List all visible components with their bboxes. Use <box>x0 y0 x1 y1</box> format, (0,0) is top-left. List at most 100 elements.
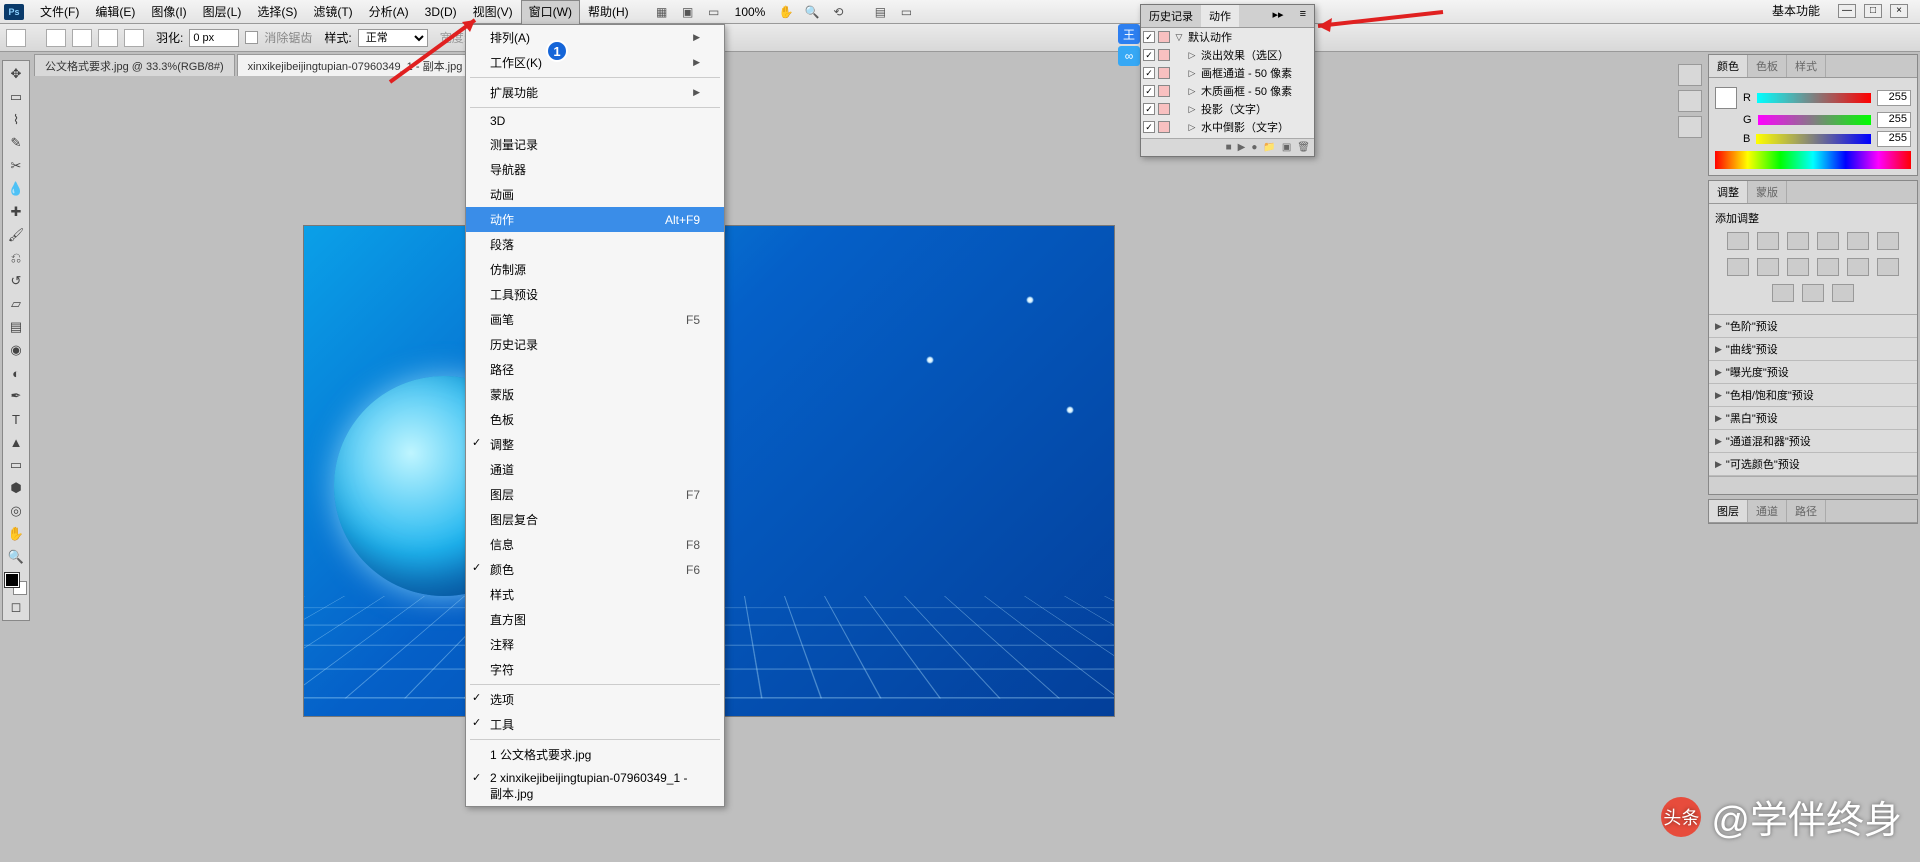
zoom-tool-icon[interactable]: 🔍 <box>801 3 823 21</box>
preset-item[interactable]: ▶"色阶"预设 <box>1709 315 1917 338</box>
antialias-checkbox[interactable] <box>245 31 258 44</box>
quick-select-tool[interactable]: ✎ <box>4 132 28 154</box>
new-action-icon[interactable]: ▣ <box>1282 142 1291 153</box>
bw-icon[interactable] <box>1757 258 1779 276</box>
arrange-docs-icon[interactable]: ▤ <box>869 3 891 21</box>
menu-edit[interactable]: 编辑(E) <box>87 0 143 23</box>
action-row[interactable]: ✓▷水中倒影（文字） <box>1141 118 1314 136</box>
selective-color-icon[interactable] <box>1832 284 1854 302</box>
styles-tab[interactable]: 样式 <box>1787 55 1826 77</box>
menu-item-[interactable]: 图层复合 <box>466 507 724 532</box>
play-icon[interactable]: ▶ <box>1238 142 1246 153</box>
color-swatches[interactable] <box>5 573 27 595</box>
menu-item-[interactable]: 字符 <box>466 657 724 682</box>
foreground-swatch[interactable] <box>1715 87 1737 109</box>
eyedropper-tool[interactable]: 💧 <box>4 178 28 200</box>
posterize-icon[interactable] <box>1877 258 1899 276</box>
trash-icon[interactable]: 🗑 <box>1297 142 1310 153</box>
channel-mixer-icon[interactable] <box>1817 258 1839 276</box>
extension-icon-2[interactable]: ∞ <box>1118 46 1140 66</box>
panel-collapse-icon[interactable]: ▸▸ <box>1265 5 1292 27</box>
path-select-tool[interactable]: ▲ <box>4 431 28 453</box>
exposure-icon[interactable] <box>1817 232 1839 250</box>
menu-image[interactable]: 图像(I) <box>143 0 194 23</box>
panel-menu-icon[interactable]: ≡ <box>1292 5 1314 27</box>
launch-bridge-icon[interactable]: ▦ <box>651 3 673 21</box>
menu-item-[interactable]: 历史记录 <box>466 332 724 357</box>
g-slider[interactable] <box>1758 115 1871 125</box>
screen-mode2-icon[interactable]: ▭ <box>895 3 917 21</box>
menu-item-[interactable]: 仿制源 <box>466 257 724 282</box>
gradient-map-icon[interactable] <box>1802 284 1824 302</box>
r-slider[interactable] <box>1757 93 1871 103</box>
actions-tab[interactable]: 动作 <box>1201 5 1239 27</box>
close-button[interactable]: × <box>1890 4 1908 18</box>
menu-item-2xinxikejibeijingtupian07960349_1jpg[interactable]: ✓2 xinxikejibeijingtupian-07960349_1 - 副… <box>466 767 724 806</box>
type-tool[interactable]: T <box>4 408 28 430</box>
menu-select[interactable]: 选择(S) <box>249 0 305 23</box>
healing-tool[interactable]: ✚ <box>4 201 28 223</box>
menu-file[interactable]: 文件(F) <box>32 0 87 23</box>
menu-item-[interactable]: 路径 <box>466 357 724 382</box>
maximize-button[interactable]: □ <box>1864 4 1882 18</box>
preset-item[interactable]: ▶"通道混和器"预设 <box>1709 430 1917 453</box>
doc-tab-1[interactable]: 公文格式要求.jpg @ 33.3%(RGB/8#) <box>34 54 235 76</box>
menu-item-1jpg[interactable]: 1 公文格式要求.jpg <box>466 742 724 767</box>
action-row[interactable]: ✓▷木质画框 - 50 像素 <box>1141 82 1314 100</box>
3d-camera-tool[interactable]: ◎ <box>4 500 28 522</box>
preset-item[interactable]: ▶"曝光度"预设 <box>1709 361 1917 384</box>
marquee-tool[interactable]: ▭ <box>4 86 28 108</box>
rotate-view-icon[interactable]: ⟲ <box>827 3 849 21</box>
essentials-label[interactable]: 基本功能 <box>1762 2 1830 19</box>
swatches-tab[interactable]: 色板 <box>1748 55 1787 77</box>
zoom-level[interactable]: 100% <box>727 5 774 19</box>
move-tool[interactable]: ✥ <box>4 63 28 85</box>
menu-item-[interactable]: 导航器 <box>466 157 724 182</box>
color-tab[interactable]: 颜色 <box>1709 55 1748 77</box>
menu-item-[interactable]: ✓选项 <box>466 687 724 712</box>
adjustments-tab[interactable]: 调整 <box>1709 181 1748 203</box>
new-selection-icon[interactable] <box>46 29 66 47</box>
menu-item-[interactable]: 色板 <box>466 407 724 432</box>
menu-item-[interactable]: 通道 <box>466 457 724 482</box>
action-row[interactable]: ✓▷画框通道 - 50 像素 <box>1141 64 1314 82</box>
b-slider[interactable] <box>1756 134 1871 144</box>
subtract-selection-icon[interactable] <box>98 29 118 47</box>
brightness-icon[interactable] <box>1727 232 1749 250</box>
history-tab[interactable]: 历史记录 <box>1141 5 1201 27</box>
menu-window[interactable]: 窗口(W) <box>521 0 580 24</box>
menu-item-[interactable]: 图层F7 <box>466 482 724 507</box>
menu-filter[interactable]: 滤镜(T) <box>305 0 360 23</box>
lasso-tool[interactable]: ⌇ <box>4 109 28 131</box>
screen-mode-icon[interactable]: ▭ <box>703 3 725 21</box>
hand-tool[interactable]: ✋ <box>4 523 28 545</box>
preset-item[interactable]: ▶"色相/饱和度"预设 <box>1709 384 1917 407</box>
collapsed-panel-icon[interactable] <box>1678 90 1702 112</box>
curves-icon[interactable] <box>1787 232 1809 250</box>
action-row[interactable]: ✓▷淡出效果（选区） <box>1141 46 1314 64</box>
menu-item-[interactable]: ✓工具 <box>466 712 724 737</box>
menu-item-[interactable]: 样式 <box>466 582 724 607</box>
preset-item[interactable]: ▶"曲线"预设 <box>1709 338 1917 361</box>
add-selection-icon[interactable] <box>72 29 92 47</box>
extension-icon-1[interactable]: 王 <box>1118 24 1140 44</box>
masks-tab[interactable]: 蒙版 <box>1748 181 1787 203</box>
invert-icon[interactable] <box>1847 258 1869 276</box>
minimize-button[interactable]: — <box>1838 4 1856 18</box>
intersect-selection-icon[interactable] <box>124 29 144 47</box>
action-row[interactable]: ✓▽默认动作 <box>1141 28 1314 46</box>
menu-item-[interactable]: 段落 <box>466 232 724 257</box>
menu-item-[interactable]: 动画 <box>466 182 724 207</box>
crop-tool[interactable]: ✂ <box>4 155 28 177</box>
b-value[interactable]: 255 <box>1877 131 1911 147</box>
menu-item-[interactable]: 测量记录 <box>466 132 724 157</box>
color-spectrum[interactable] <box>1715 151 1911 169</box>
menu-item-[interactable]: 画笔F5 <box>466 307 724 332</box>
tool-preset-icon[interactable] <box>6 29 26 47</box>
photo-filter-icon[interactable] <box>1787 258 1809 276</box>
hand-tool-icon[interactable]: ✋ <box>775 3 797 21</box>
record-icon[interactable]: ● <box>1251 142 1257 153</box>
menu-item-[interactable]: 信息F8 <box>466 532 724 557</box>
gradient-tool[interactable]: ▤ <box>4 316 28 338</box>
quick-mask-icon[interactable]: ◻ <box>4 596 28 618</box>
